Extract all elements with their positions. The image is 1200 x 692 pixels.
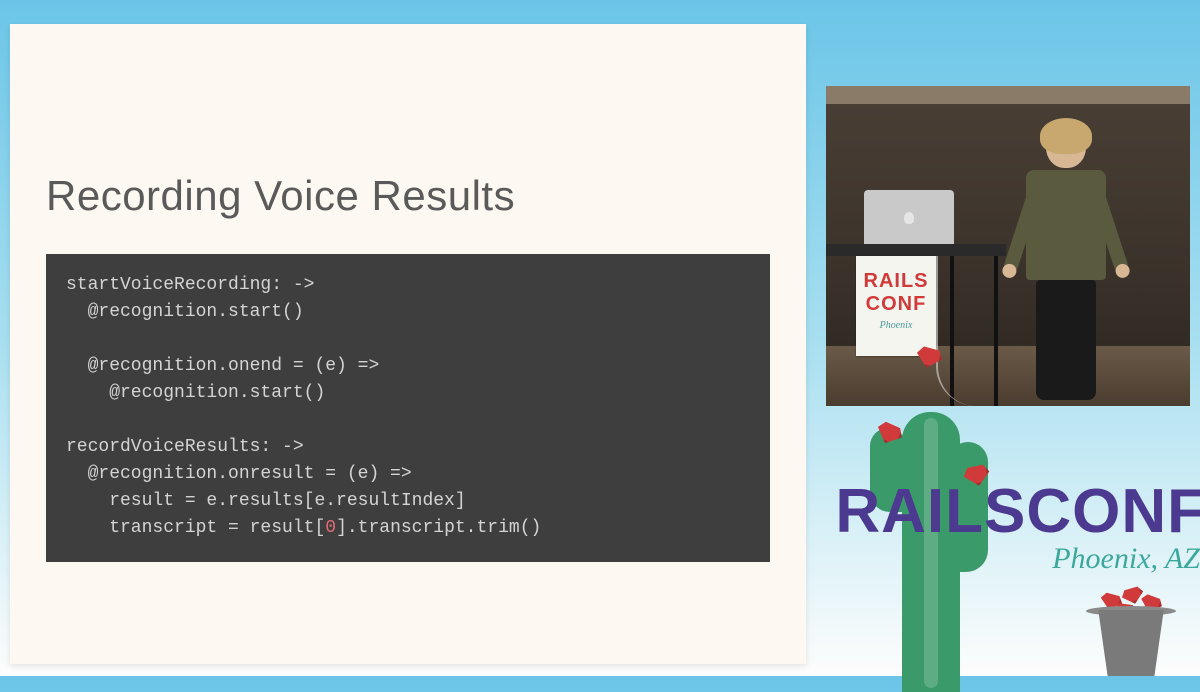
- gem-bucket-illustration: [1086, 590, 1176, 676]
- conference-branding: RAILSCONF Phoenix, AZ: [840, 412, 1200, 662]
- presenter-head: [1046, 122, 1086, 168]
- presentation-slide: Recording Voice Results startVoiceRecord…: [10, 24, 806, 664]
- laptop-icon: [864, 190, 954, 246]
- poster-line2: CONF: [856, 293, 936, 316]
- conference-title: RAILSCONF: [835, 476, 1200, 547]
- podium-poster: RAILS CONF Phoenix: [856, 256, 936, 356]
- ruby-gem-icon: [1120, 585, 1146, 606]
- slide-title: Recording Voice Results: [10, 24, 806, 220]
- podium-surface: [826, 244, 1006, 256]
- presenter-legs: [1036, 280, 1096, 400]
- poster-line1: RAILS: [856, 270, 936, 293]
- presenter-torso: [1026, 170, 1106, 280]
- code-content: startVoiceRecording: -> @recognition.sta…: [66, 275, 541, 538]
- speaker-video: RAILS CONF Phoenix: [826, 86, 1190, 406]
- poster-line3: Phoenix: [856, 320, 936, 331]
- code-block: startVoiceRecording: -> @recognition.sta…: [46, 254, 770, 562]
- conference-location: Phoenix, AZ: [1052, 542, 1200, 576]
- video-bg-ceiling: [826, 86, 1190, 104]
- presenter-figure: [1006, 122, 1126, 402]
